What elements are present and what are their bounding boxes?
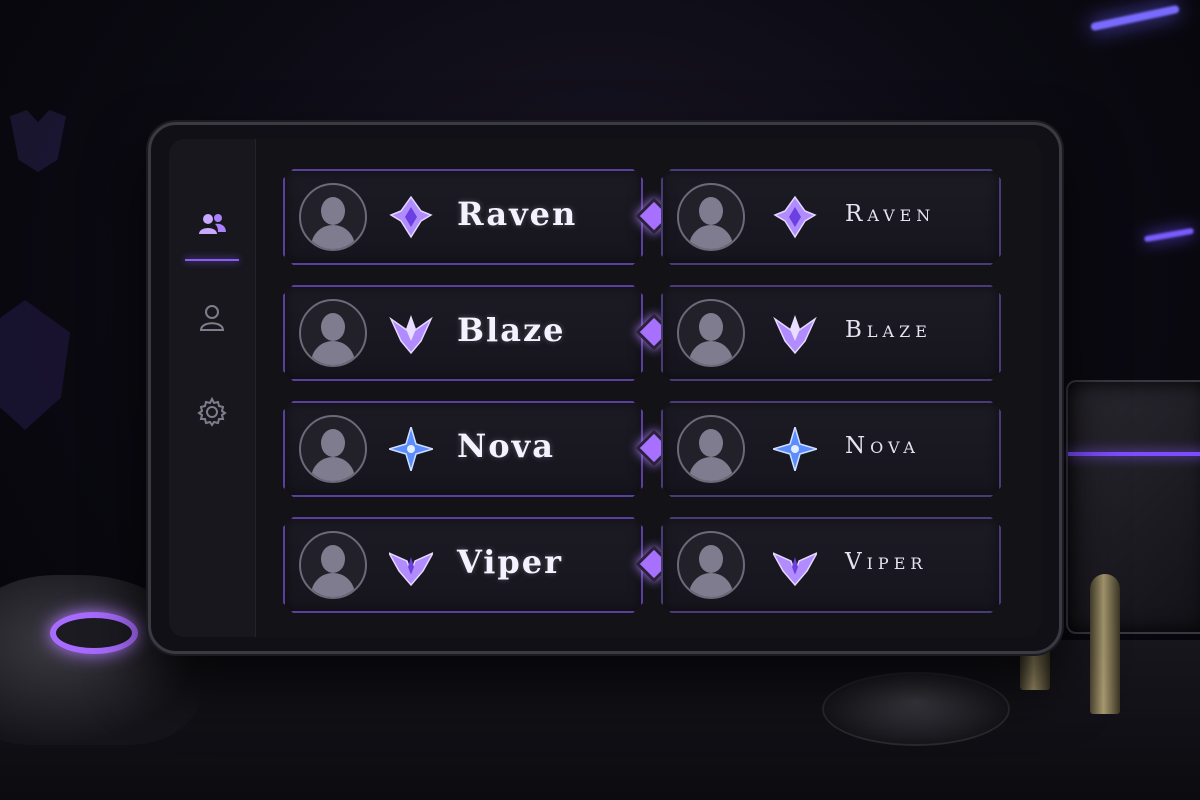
player-pair-row: Nova Nova [283,401,1001,493]
player-card-right[interactable]: Viper [661,517,1001,613]
neon-light [1143,227,1195,243]
player-pair-row: Raven Raven [283,169,1001,261]
player-card-right[interactable]: Raven [661,169,1001,265]
wall-shield-emblem [0,300,70,430]
player-name: Viper [845,549,928,575]
coin-prop [822,672,1010,746]
avatar [299,299,367,367]
player-name: Viper [457,543,564,581]
gear-icon [197,396,227,427]
sidebar [169,139,256,637]
player-pair-row: Viper Viper [283,517,1001,609]
rank-emblem-violet-icon [389,195,433,239]
player-card-left[interactable]: Viper [283,517,643,613]
rank-star-blue-icon [773,427,817,471]
player-name: Nova [457,427,555,465]
player-name: Raven [845,201,936,227]
rank-wings-violet-icon [773,543,817,587]
bullet-prop [1090,574,1120,714]
tablet-device: Raven Raven Blaze Blaze Nova Nova Viper … [148,122,1062,654]
sidebar-item-settings[interactable] [187,387,237,437]
rank-wings-violet-icon [389,543,433,587]
player-card-right[interactable]: Blaze [661,285,1001,381]
rank-chevron-violet-icon [389,311,433,355]
player-card-left[interactable]: Raven [283,169,643,265]
player-name: Blaze [457,311,566,349]
metal-crate [1066,380,1200,634]
player-card-right[interactable]: Nova [661,401,1001,497]
avatar [677,299,745,367]
sidebar-item-profile[interactable] [187,293,237,343]
rank-chevron-violet-icon [773,311,817,355]
avatar [299,183,367,251]
controller-glow-ring [50,612,138,654]
avatar [677,415,745,483]
neon-light [1090,4,1180,32]
user-icon [199,305,225,331]
wall-emblem [10,110,66,172]
sidebar-item-friends[interactable] [185,199,239,261]
player-name: Blaze [845,317,932,343]
player-card-left[interactable]: Nova [283,401,643,497]
rank-emblem-violet-icon [773,195,817,239]
tablet-screen: Raven Raven Blaze Blaze Nova Nova Viper … [169,139,1041,637]
rank-star-blue-icon [389,427,433,471]
player-card-left[interactable]: Blaze [283,285,643,381]
avatar [299,415,367,483]
users-icon [199,214,226,234]
avatar [677,183,745,251]
player-pair-row: Blaze Blaze [283,285,1001,377]
player-name: Raven [457,195,578,233]
avatar [299,531,367,599]
avatar [677,531,745,599]
player-name: Nova [845,433,920,459]
